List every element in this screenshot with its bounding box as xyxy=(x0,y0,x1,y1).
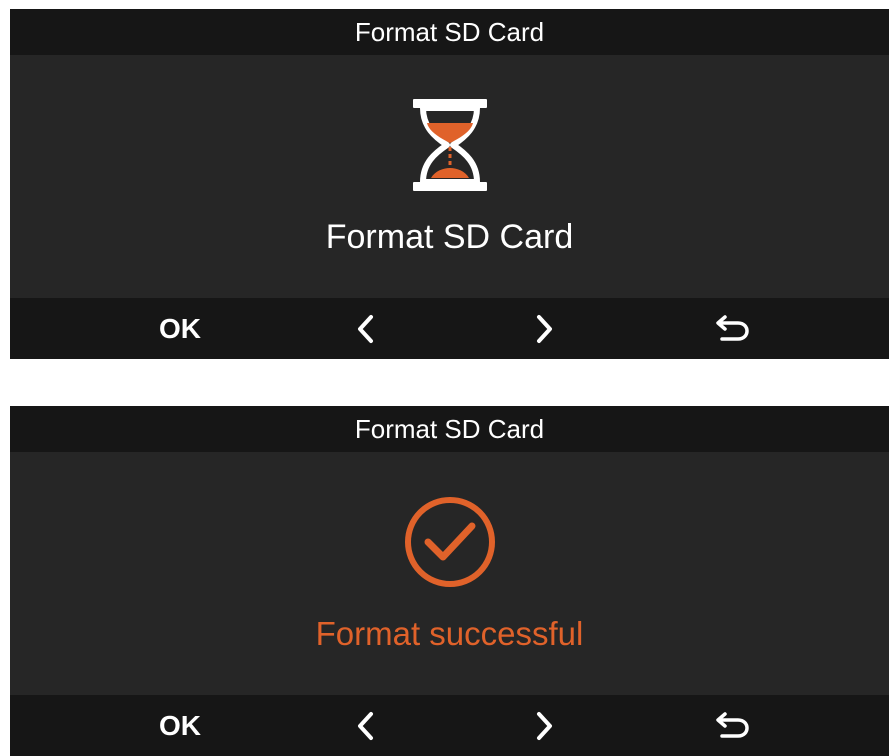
ok-button[interactable]: OK xyxy=(130,298,230,359)
next-button[interactable] xyxy=(520,695,570,756)
dialog-body: Format successful xyxy=(10,452,889,695)
hourglass-icon xyxy=(405,97,495,193)
softkey-bar: OK xyxy=(10,298,889,359)
title-bar: Format SD Card xyxy=(10,406,889,452)
dialog-body: Format SD Card xyxy=(10,55,889,298)
next-arrow-icon xyxy=(535,710,555,742)
success-message: Format successful xyxy=(315,615,584,652)
prev-button[interactable] xyxy=(340,695,390,756)
dialog-message: Format SD Card xyxy=(325,218,574,256)
prev-arrow-icon xyxy=(355,313,375,345)
screen-title: Format SD Card xyxy=(354,16,545,47)
softkey-bar: OK xyxy=(10,695,889,756)
back-button[interactable] xyxy=(700,298,760,359)
format-screen-success: Format SD Card Format successful OK xyxy=(10,406,889,756)
return-icon xyxy=(710,710,750,742)
back-button[interactable] xyxy=(700,695,760,756)
format-screen-progress: Format SD Card Format SD Card OK xyxy=(10,9,889,359)
check-circle-icon xyxy=(402,494,498,590)
prev-button[interactable] xyxy=(340,298,390,359)
next-button[interactable] xyxy=(520,298,570,359)
title-bar: Format SD Card xyxy=(10,9,889,55)
return-icon xyxy=(710,313,750,345)
ok-button[interactable]: OK xyxy=(130,695,230,756)
next-arrow-icon xyxy=(535,313,555,345)
screen-title: Format SD Card xyxy=(354,413,545,444)
prev-arrow-icon xyxy=(355,710,375,742)
